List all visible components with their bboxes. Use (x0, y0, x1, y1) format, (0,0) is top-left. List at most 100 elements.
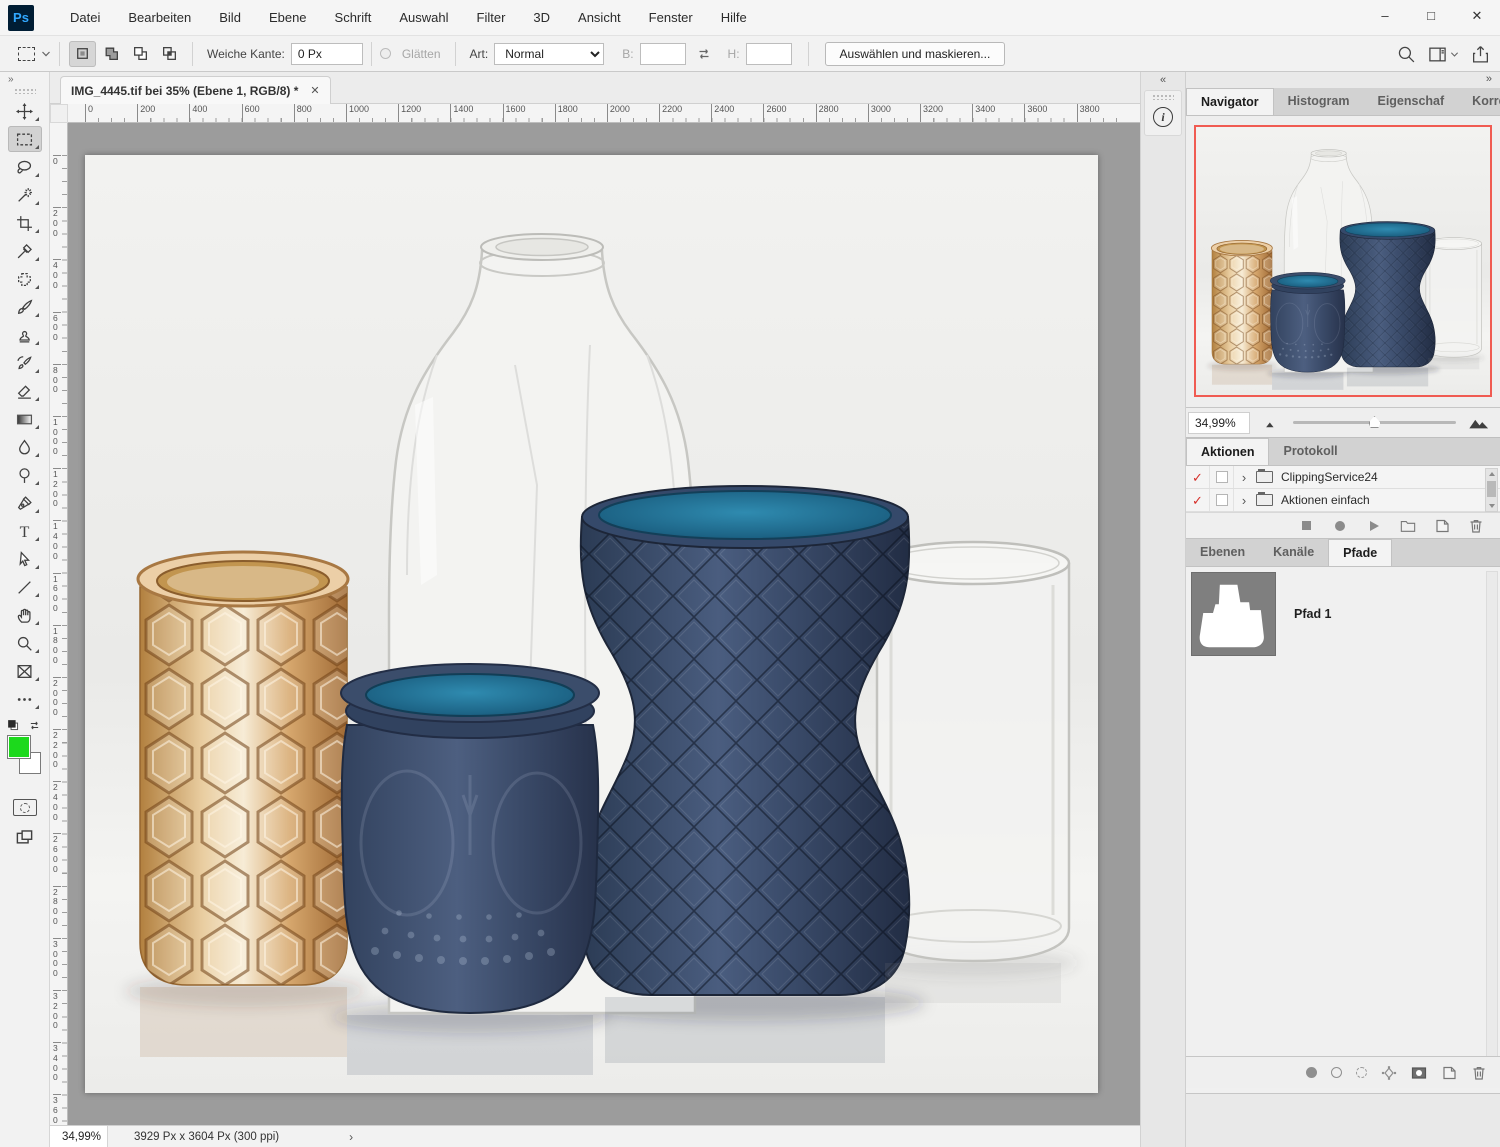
screen-mode-button[interactable] (15, 828, 34, 847)
menu-item[interactable]: Ebene (255, 0, 321, 35)
close-button[interactable]: ✕ (1454, 0, 1500, 31)
action-enabled-check-icon[interactable]: ✓ (1186, 466, 1210, 488)
actions-scrollbar[interactable] (1485, 468, 1498, 512)
zoom-tool[interactable] (8, 630, 42, 656)
history-brush-tool[interactable] (8, 350, 42, 376)
navigator-zoom-slider[interactable] (1293, 421, 1456, 424)
tab-protokoll[interactable]: Protokoll (1269, 438, 1351, 465)
paths-scrollbar[interactable] (1486, 571, 1498, 1087)
tab-pfade[interactable]: Pfade (1328, 539, 1392, 566)
horizontal-ruler[interactable]: 0200400600800100012001400160018002000220… (68, 104, 1140, 123)
expand-chevron-icon[interactable]: › (1234, 493, 1254, 508)
magic-wand-tool[interactable] (8, 182, 42, 208)
brush-tool[interactable] (8, 294, 42, 320)
height-input[interactable] (746, 43, 792, 65)
default-colors-icon[interactable] (7, 719, 20, 732)
play-icon[interactable] (1366, 518, 1382, 534)
scroll-up-icon[interactable] (1489, 472, 1495, 476)
healing-brush-tool[interactable] (8, 266, 42, 292)
style-select[interactable]: Normal (494, 43, 604, 65)
tab-close-icon[interactable]: ✕ (310, 84, 319, 97)
action-dialog-toggle[interactable] (1210, 466, 1234, 488)
fill-path-icon[interactable] (1306, 1067, 1317, 1078)
antialias-checkbox[interactable] (380, 48, 391, 59)
toolbar-grip[interactable] (14, 88, 36, 94)
record-icon[interactable] (1332, 518, 1348, 534)
menu-item[interactable]: Hilfe (707, 0, 761, 35)
path-thumbnail[interactable] (1191, 572, 1276, 656)
new-selection-button[interactable] (69, 41, 96, 67)
document-canvas[interactable] (85, 155, 1098, 1093)
toolbar-expand-control[interactable]: » (0, 72, 49, 88)
search-icon[interactable] (1397, 45, 1416, 64)
feather-input[interactable] (291, 43, 363, 65)
dock-grip[interactable] (1152, 94, 1174, 100)
crop-tool[interactable] (8, 210, 42, 236)
expand-chevron-icon[interactable]: › (1234, 470, 1254, 485)
load-path-as-selection-icon[interactable] (1356, 1067, 1367, 1078)
action-set-row[interactable]: ✓ › Aktionen einfach (1186, 489, 1500, 512)
scroll-down-icon[interactable] (1489, 504, 1495, 508)
tab-kanaele[interactable]: Kanäle (1259, 539, 1328, 566)
pen-tool[interactable] (8, 490, 42, 516)
document-tab[interactable]: IMG_4445.tif bei 35% (Ebene 1, RGB/8) * … (60, 76, 331, 104)
new-set-folder-icon[interactable] (1400, 518, 1416, 534)
zoom-slider-thumb[interactable] (1369, 416, 1381, 428)
menu-item[interactable]: Bild (205, 0, 255, 35)
hand-tool[interactable] (8, 602, 42, 628)
add-to-selection-button[interactable] (98, 41, 125, 67)
link-dimensions-icon[interactable] (696, 46, 712, 62)
type-tool[interactable]: T (8, 518, 42, 544)
tool-preset-picker[interactable] (18, 47, 51, 61)
lasso-tool[interactable] (8, 154, 42, 180)
swap-colors-icon[interactable] (28, 719, 41, 732)
tab-aktionen[interactable]: Aktionen (1186, 438, 1269, 465)
maximize-button[interactable]: □ (1408, 0, 1454, 31)
tab-ebenen[interactable]: Ebenen (1186, 539, 1259, 566)
info-panel-icon[interactable]: i (1153, 107, 1173, 127)
navigator-zoom-value[interactable]: 34,99% (1188, 412, 1250, 434)
status-zoom-field[interactable]: 34,99% (50, 1126, 108, 1147)
make-work-path-icon[interactable] (1381, 1065, 1397, 1081)
menu-item[interactable]: 3D (519, 0, 564, 35)
scrollbar-thumb[interactable] (1487, 481, 1496, 497)
tab-navigator[interactable]: Navigator (1186, 88, 1274, 115)
delete-icon[interactable] (1468, 518, 1484, 534)
edit-toolbar-button[interactable] (8, 686, 42, 712)
rectangular-marquee-tool[interactable] (8, 126, 42, 152)
menu-item[interactable]: Schrift (321, 0, 386, 35)
menu-item[interactable]: Datei (56, 0, 114, 35)
action-enabled-check-icon[interactable]: ✓ (1186, 489, 1210, 511)
foreground-color-swatch[interactable] (7, 735, 31, 759)
tab-korrekturen[interactable]: Korrekture (1458, 88, 1500, 115)
action-dialog-toggle[interactable] (1210, 489, 1234, 511)
stroke-path-icon[interactable] (1331, 1067, 1342, 1078)
dodge-tool[interactable] (8, 462, 42, 488)
line-tool[interactable] (8, 574, 42, 600)
vertical-ruler[interactable]: 0200400600800100012001400160018002000220… (50, 123, 68, 1125)
subtract-from-selection-button[interactable] (127, 41, 154, 67)
new-path-icon[interactable] (1441, 1065, 1457, 1081)
width-input[interactable] (640, 43, 686, 65)
move-tool[interactable] (8, 98, 42, 124)
workspace-switcher[interactable] (1428, 45, 1459, 64)
menu-item[interactable]: Filter (463, 0, 520, 35)
collapse-panels-control[interactable]: « (1141, 72, 1185, 88)
eraser-tool[interactable] (8, 378, 42, 404)
stop-recording-icon[interactable] (1298, 518, 1314, 534)
menu-item[interactable]: Bearbeiten (114, 0, 205, 35)
add-mask-icon[interactable] (1411, 1065, 1427, 1081)
menu-item[interactable]: Fenster (635, 0, 707, 35)
action-set-row[interactable]: ✓ › ClippingService24 (1186, 466, 1500, 489)
frame-tool[interactable] (8, 658, 42, 684)
path-selection-tool[interactable] (8, 546, 42, 572)
eyedropper-tool[interactable] (8, 238, 42, 264)
new-action-icon[interactable] (1434, 518, 1450, 534)
menu-item[interactable]: Auswahl (385, 0, 462, 35)
gradient-tool[interactable] (8, 406, 42, 432)
tab-histogram[interactable]: Histogram (1274, 88, 1364, 115)
quick-mask-button[interactable] (13, 799, 37, 816)
select-and-mask-button[interactable]: Auswählen und maskieren... (825, 42, 1006, 66)
expand-panels-control[interactable]: » (1186, 72, 1500, 88)
menu-item[interactable]: Ansicht (564, 0, 635, 35)
